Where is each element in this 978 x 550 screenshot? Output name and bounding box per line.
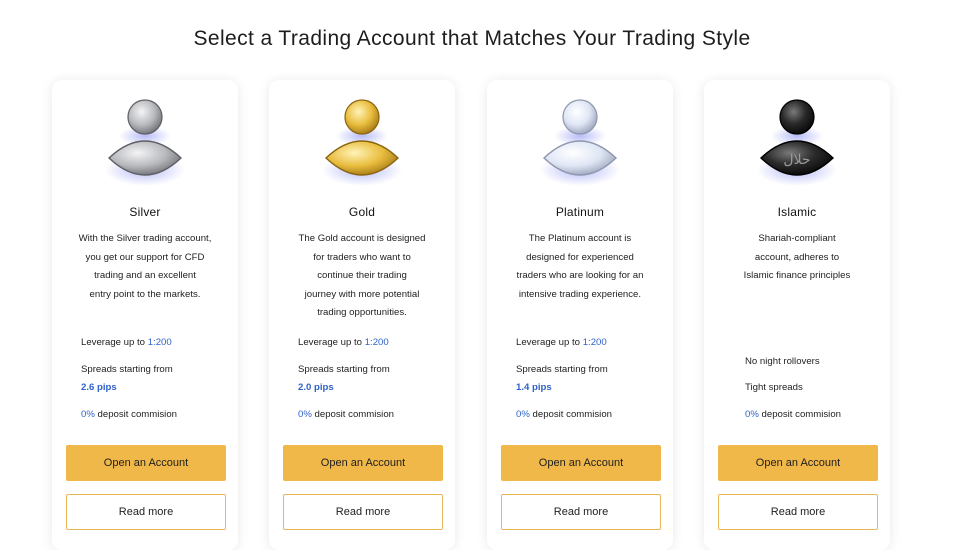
account-name: Silver: [129, 205, 161, 219]
spreads-label: Spreads starting from: [81, 364, 173, 375]
spreads-value: 2.6 pips: [81, 382, 117, 393]
account-name: Gold: [348, 205, 376, 219]
silver-user-icon: [105, 99, 185, 186]
spreads-label: Spreads starting from: [298, 364, 390, 375]
open-account-button[interactable]: Open an Account: [501, 445, 661, 481]
account-description: The Platinum account is designed for exp…: [516, 233, 644, 300]
account-card-gold: Gold The Gold account is designed for tr…: [269, 80, 455, 550]
account-name: Islamic: [777, 205, 817, 219]
spreads-label: Spreads starting from: [516, 364, 608, 375]
read-more-button[interactable]: Read more: [66, 494, 226, 530]
open-account-button[interactable]: Open an Account: [283, 445, 443, 481]
account-card-silver: Silver With the Silver trading account, …: [52, 80, 238, 550]
leverage-row: Leverage up to 1:200: [81, 337, 172, 348]
open-account-button[interactable]: Open an Account: [718, 445, 878, 481]
account-description: With the Silver trading account, you get…: [78, 233, 212, 300]
deposit-row: 0% deposit commision: [516, 409, 612, 420]
spreads-value: 1.4 pips: [516, 382, 552, 393]
page-title: Select a Trading Account that Matches Yo…: [193, 27, 751, 50]
deposit-row: 0% deposit commision: [298, 409, 394, 420]
leverage-row: Leverage up to 1:200: [298, 337, 389, 348]
open-account-button[interactable]: Open an Account: [66, 445, 226, 481]
read-more-button[interactable]: Read more: [718, 494, 878, 530]
account-card-platinum: Platinum The Platinum account is designe…: [487, 80, 673, 550]
no-night-rollovers: No night rollovers: [745, 356, 820, 367]
read-more-button[interactable]: Read more: [283, 494, 443, 530]
islamic-halal-user-icon: حلال: [757, 99, 837, 186]
gold-user-icon: [322, 99, 402, 186]
spreads-value: 2.0 pips: [298, 382, 334, 393]
account-description: The Gold account is designed for traders…: [298, 233, 426, 319]
account-description: Shariah-compliant account, adheres to Is…: [743, 233, 851, 282]
deposit-row: 0% deposit commision: [745, 409, 841, 420]
platinum-user-icon: [540, 99, 620, 186]
account-name: Platinum: [555, 205, 605, 219]
account-card-islamic: حلال Islamic Shariah-compliant account, …: [704, 80, 890, 550]
tight-spreads: Tight spreads: [745, 382, 803, 393]
read-more-button[interactable]: Read more: [501, 494, 661, 530]
deposit-row: 0% deposit commision: [81, 409, 177, 420]
halal-badge: حلال: [783, 152, 810, 168]
leverage-row: Leverage up to 1:200: [516, 337, 607, 348]
